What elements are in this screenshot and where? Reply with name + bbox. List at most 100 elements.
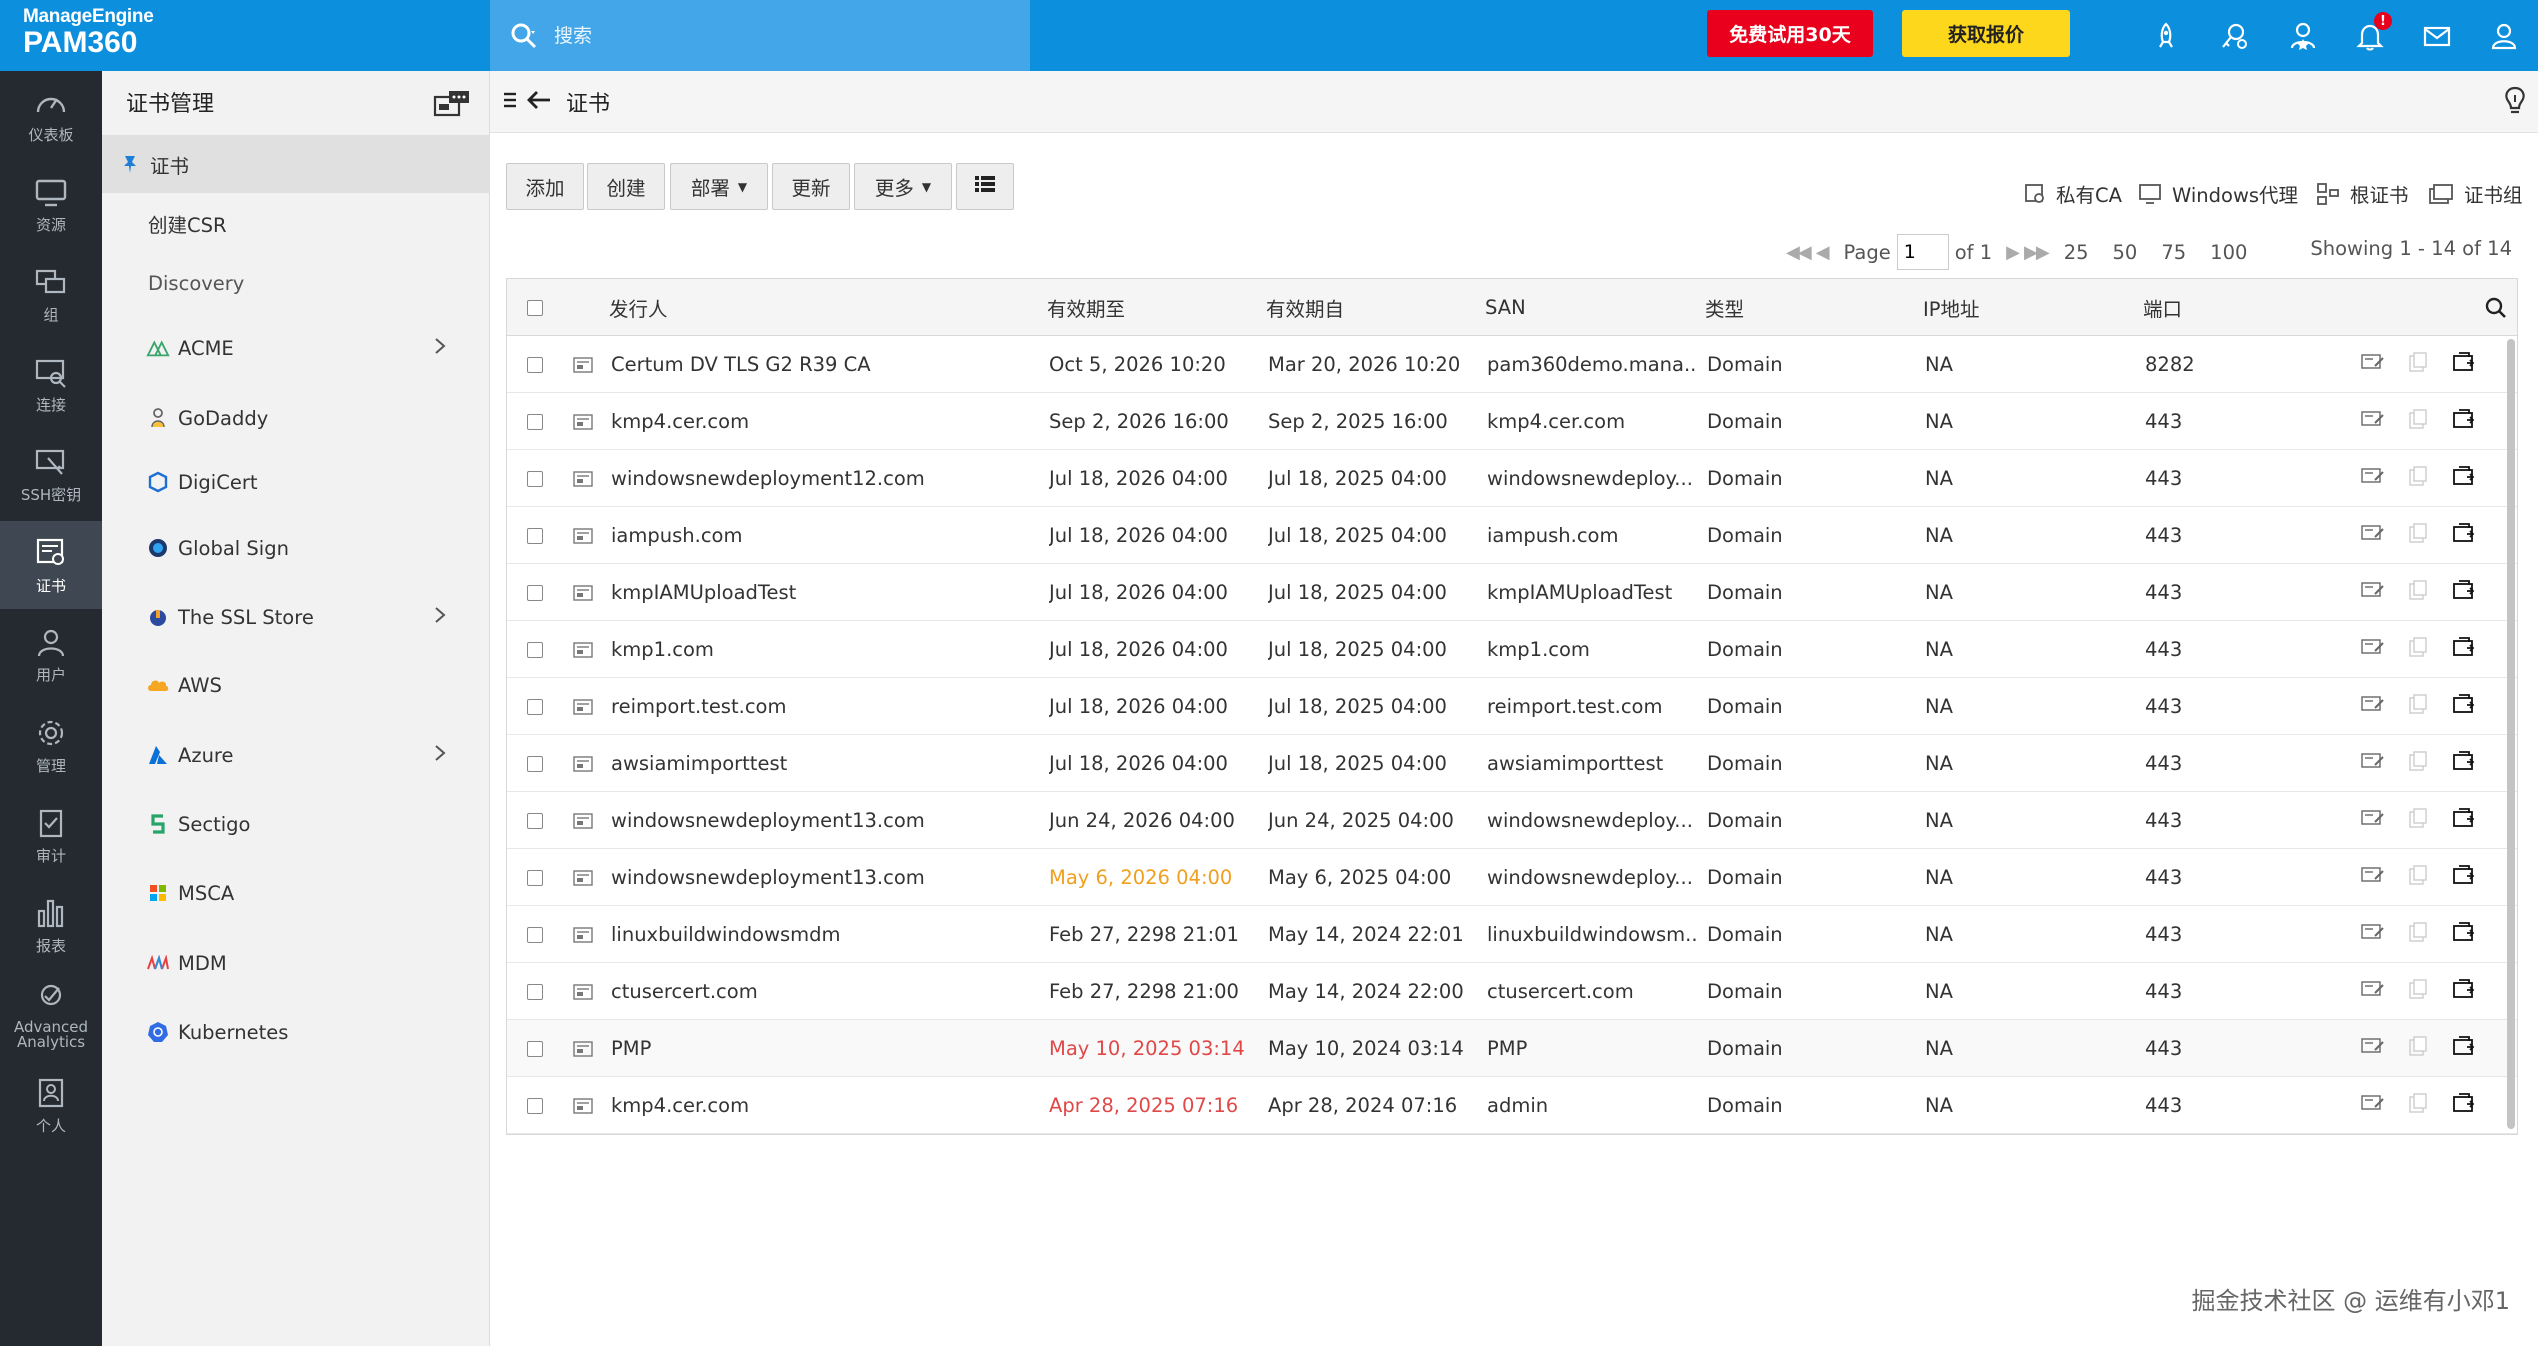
chevron-right-icon[interactable] — [434, 606, 446, 629]
free-trial-button[interactable]: 免费试用30天 — [1707, 10, 1873, 57]
edit-cert-icon[interactable] — [2361, 865, 2385, 890]
page-size-25[interactable]: 25 — [2064, 241, 2089, 264]
edit-cert-icon[interactable] — [2361, 580, 2385, 605]
edit-cert-icon[interactable] — [2361, 352, 2385, 377]
cell-issuer[interactable]: Certum DV TLS G2 R39 CA — [611, 336, 1031, 393]
copy-cert-icon[interactable] — [2407, 921, 2429, 948]
cell-issuer[interactable]: ctusercert.com — [611, 963, 1031, 1020]
renew-cert-icon[interactable] — [2451, 864, 2477, 891]
renew-cert-icon[interactable] — [2451, 1092, 2477, 1119]
chevron-right-icon[interactable] — [434, 744, 446, 767]
copy-cert-icon[interactable] — [2407, 693, 2429, 720]
col-issuer[interactable]: 发行人 — [609, 279, 668, 336]
cell-issuer[interactable]: awsiamimporttest — [611, 735, 1031, 792]
cell-issuer[interactable]: windowsnewdeployment12.com — [611, 450, 1031, 507]
table-scrollbar[interactable] — [2507, 339, 2515, 1129]
next-page-icon[interactable]: ▶ — [2006, 242, 2020, 263]
table-search-icon[interactable] — [2485, 279, 2507, 336]
col-type[interactable]: 类型 — [1705, 279, 1744, 336]
copy-cert-icon[interactable] — [2407, 579, 2429, 606]
table-row[interactable]: iampush.com Jul 18, 2026 04:00 Jul 18, 202… — [507, 507, 2517, 564]
bell-icon[interactable]: ! — [2352, 12, 2392, 54]
renew-cert-icon[interactable] — [2451, 522, 2477, 549]
sidebar-item-mdm[interactable]: MDM — [102, 929, 490, 997]
edit-cert-icon[interactable] — [2361, 751, 2385, 776]
quick-view-icon[interactable] — [433, 89, 471, 125]
renew-cert-icon[interactable] — [2451, 921, 2477, 948]
sidebar-item-the-ssl-store[interactable]: The SSL Store — [102, 583, 490, 651]
sidebar-item-godaddy[interactable]: GoDaddy — [102, 385, 490, 451]
row-checkbox[interactable] — [527, 1077, 543, 1134]
row-checkbox[interactable] — [527, 336, 543, 393]
row-checkbox[interactable] — [527, 1020, 543, 1077]
add-button[interactable]: 添加 — [506, 163, 584, 210]
deploy-dropdown[interactable]: 部署 ▼ — [670, 163, 768, 210]
copy-cert-icon[interactable] — [2407, 807, 2429, 834]
nav-certificates[interactable]: 证书 — [0, 521, 102, 609]
create-button[interactable]: 创建 — [587, 163, 665, 210]
sidebar-item-msca[interactable]: MSCA — [102, 859, 490, 927]
edit-cert-icon[interactable] — [2361, 979, 2385, 1004]
cell-issuer[interactable]: windowsnewdeployment13.com — [611, 792, 1031, 849]
nav-advanced-analytics[interactable]: Advanced Analytics — [0, 971, 102, 1059]
certificate-icon[interactable] — [573, 450, 593, 507]
last-page-icon[interactable]: ▶▶ — [2024, 242, 2050, 263]
sidebar-item-kubernetes[interactable]: Kubernetes — [102, 999, 490, 1065]
user-star-icon[interactable] — [2285, 18, 2321, 54]
edit-cert-icon[interactable] — [2361, 409, 2385, 434]
prev-page-icon[interactable]: ◀ — [1816, 242, 1830, 263]
row-checkbox[interactable] — [527, 906, 543, 963]
more-dropdown[interactable]: 更多 ▼ — [854, 163, 952, 210]
mail-icon[interactable] — [2419, 18, 2455, 54]
back-arrow-icon[interactable] — [526, 89, 552, 115]
col-san[interactable]: SAN — [1485, 279, 1526, 336]
global-search[interactable] — [490, 0, 1030, 71]
page-number-input[interactable] — [1896, 234, 1949, 270]
col-valid-from[interactable]: 有效期自 — [1266, 279, 1344, 336]
cert-link-icon[interactable] — [2216, 18, 2252, 54]
sidebar-item-discovery[interactable]: Discovery — [102, 255, 490, 311]
sidebar-item-aws[interactable]: AWS — [102, 653, 490, 717]
cell-issuer[interactable]: windowsnewdeployment13.com — [611, 849, 1031, 906]
chevron-right-icon[interactable] — [434, 337, 446, 360]
first-page-icon[interactable]: ◀◀ — [1786, 242, 1812, 263]
certificate-icon[interactable] — [573, 735, 593, 792]
certificate-icon[interactable] — [573, 507, 593, 564]
table-row[interactable]: linuxbuildwindowsmdm Feb 27, 2298 21:01 Ma… — [507, 906, 2517, 963]
copy-cert-icon[interactable] — [2407, 1092, 2429, 1119]
cell-issuer[interactable]: reimport.test.com — [611, 678, 1031, 735]
cert-group-link[interactable]: 证书组 — [2428, 179, 2523, 208]
sidebar-item-sectigo[interactable]: Sectigo — [102, 791, 490, 857]
page-size-50[interactable]: 50 — [2113, 241, 2138, 264]
row-checkbox[interactable] — [527, 963, 543, 1020]
sidebar-item-azure[interactable]: Azure — [102, 721, 490, 789]
menu-toggle-icon[interactable] — [502, 90, 522, 114]
certificate-icon[interactable] — [573, 849, 593, 906]
sidebar-item-digicert[interactable]: DigiCert — [102, 453, 490, 511]
sidebar-item-certificates[interactable]: 证书 — [102, 135, 490, 193]
row-checkbox[interactable] — [527, 849, 543, 906]
table-row[interactable]: PMP May 10, 2025 03:14 May 10, 2024 03:14 P… — [507, 1020, 2517, 1077]
certificate-icon[interactable] — [573, 393, 593, 450]
table-row[interactable]: reimport.test.com Jul 18, 2026 04:00 Jul 1… — [507, 678, 2517, 735]
certificate-icon[interactable] — [573, 678, 593, 735]
nav-audit[interactable]: 审计 — [0, 791, 102, 879]
cell-issuer[interactable]: PMP — [611, 1020, 1031, 1077]
root-cert-link[interactable]: 根证书 — [2316, 179, 2409, 208]
user-icon[interactable] — [2486, 18, 2522, 54]
search-icon[interactable] — [504, 16, 544, 56]
renew-cert-icon[interactable] — [2451, 351, 2477, 378]
row-checkbox[interactable] — [527, 564, 543, 621]
table-row[interactable]: windowsnewdeployment13.com Jun 24, 2026 0… — [507, 792, 2517, 849]
certificate-icon[interactable] — [573, 792, 593, 849]
cell-issuer[interactable]: iampush.com — [611, 507, 1031, 564]
table-row[interactable]: kmp4.cer.com Apr 28, 2025 07:16 Apr 28, 20… — [507, 1077, 2517, 1134]
renew-cert-icon[interactable] — [2451, 750, 2477, 777]
nav-personal[interactable]: 个人 — [0, 1061, 102, 1149]
row-checkbox[interactable] — [527, 450, 543, 507]
nav-dashboard[interactable]: 仪表板 — [0, 71, 102, 159]
copy-cert-icon[interactable] — [2407, 351, 2429, 378]
renew-cert-icon[interactable] — [2451, 636, 2477, 663]
certificate-icon[interactable] — [573, 336, 593, 393]
sidebar-item-create-csr[interactable]: 创建CSR — [102, 195, 490, 251]
